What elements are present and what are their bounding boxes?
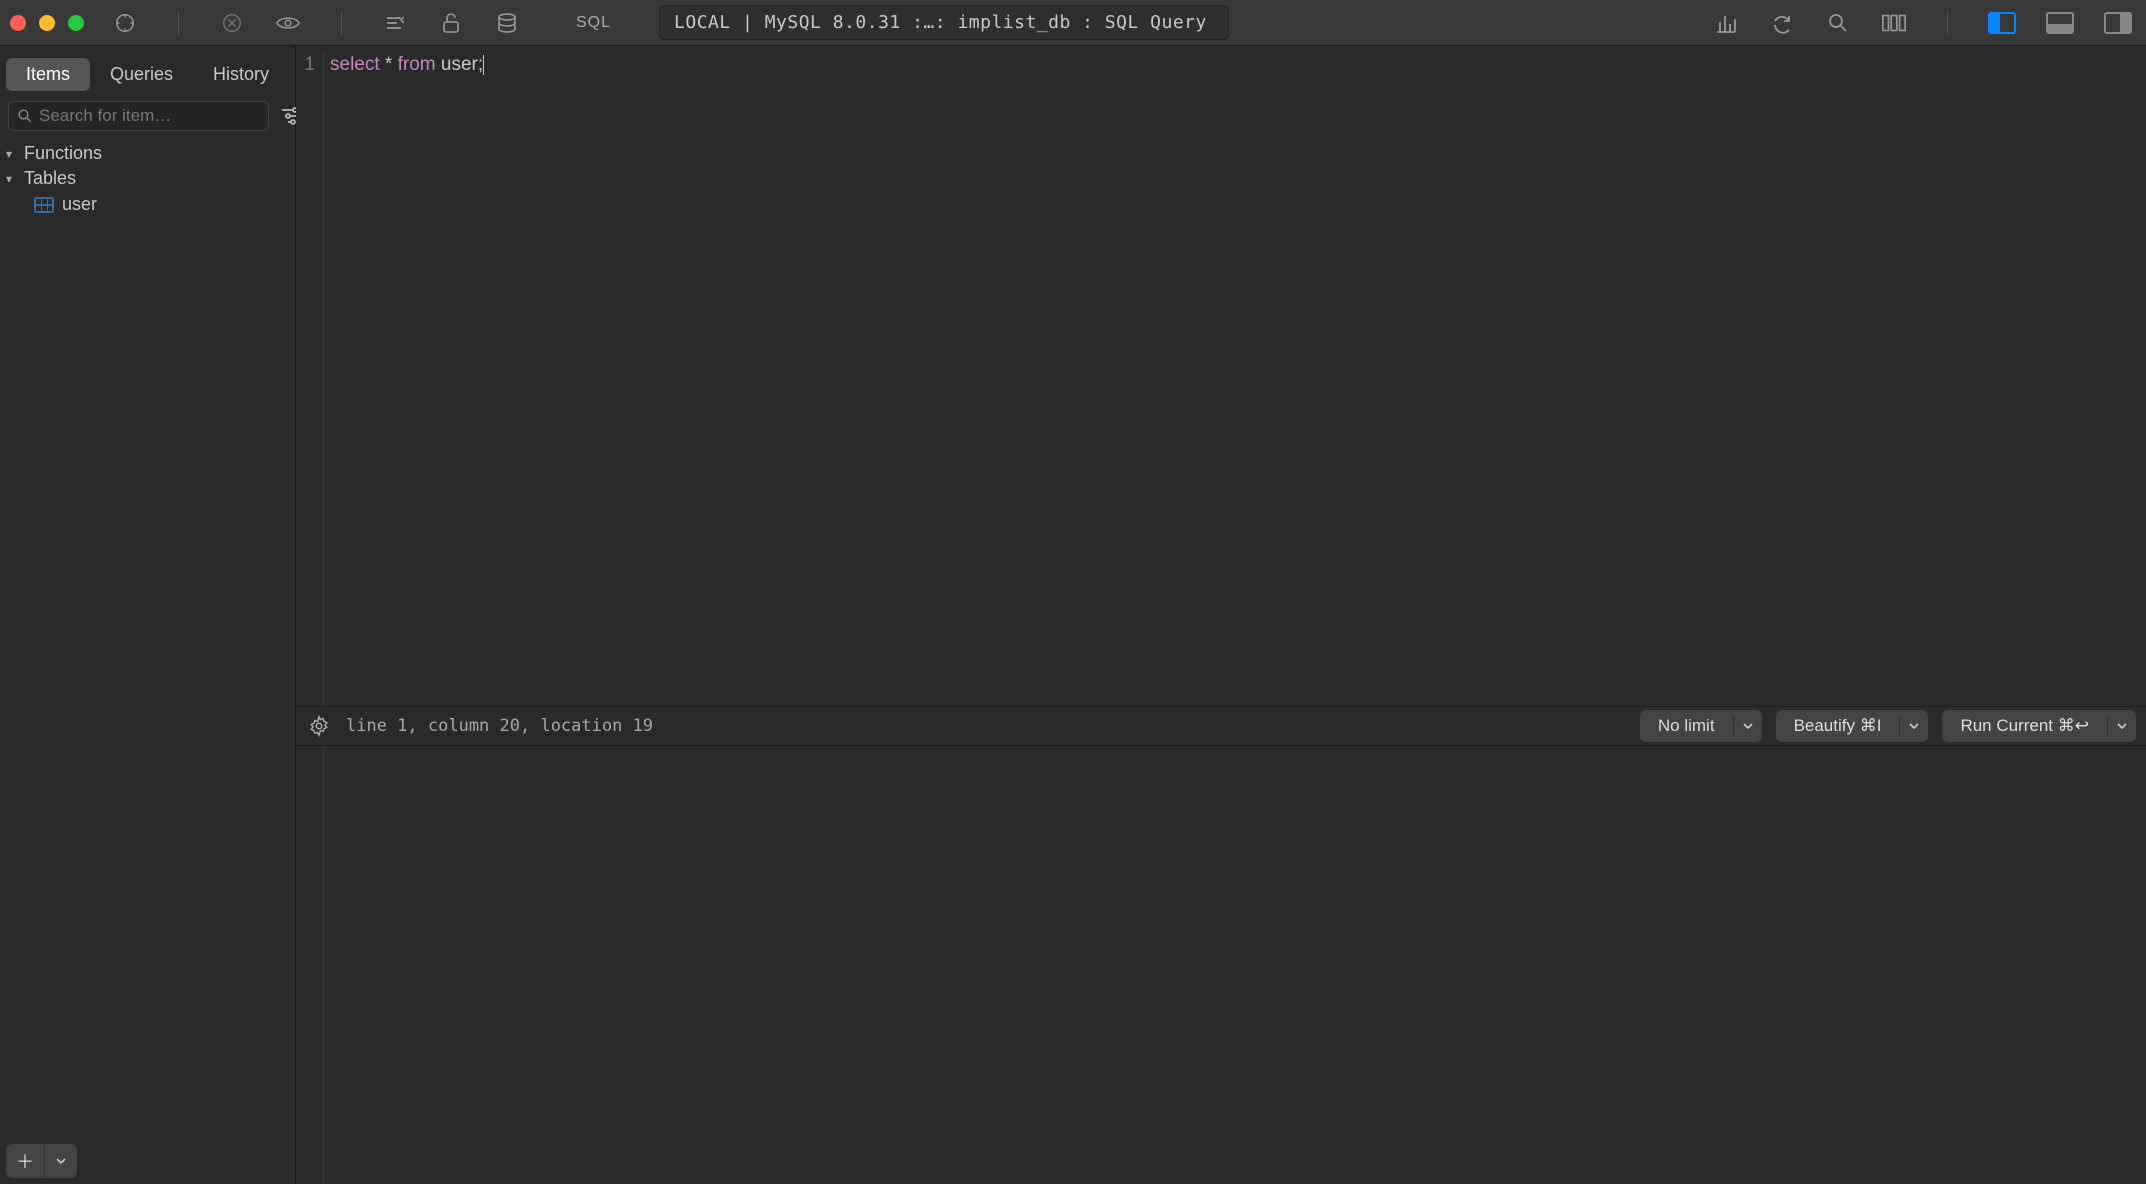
table-icon bbox=[34, 197, 54, 213]
sidebar-tree: ▾ Functions ▾ Tables user bbox=[0, 139, 295, 220]
toolbar-divider bbox=[341, 12, 342, 34]
right-panel-toggle[interactable] bbox=[2104, 12, 2132, 34]
zoom-window-button[interactable] bbox=[68, 15, 84, 31]
toolbar-left: SQL LOCAL | MySQL 8.0.31 :…: implist_db … bbox=[112, 5, 1229, 40]
panels-icon[interactable] bbox=[1881, 10, 1907, 36]
lock-icon[interactable] bbox=[438, 10, 464, 36]
code-text: user; bbox=[436, 54, 484, 75]
code-editor[interactable]: 1 select * from user; bbox=[296, 46, 2146, 1184]
database-icon[interactable] bbox=[494, 10, 520, 36]
traffic-lights bbox=[10, 15, 84, 31]
bottom-panel-toggle[interactable] bbox=[2046, 12, 2074, 34]
code-text: * bbox=[380, 54, 398, 75]
toolbar-divider bbox=[178, 12, 179, 34]
chevron-down-icon bbox=[2116, 722, 2128, 730]
sql-mode-label[interactable]: SQL bbox=[576, 14, 611, 32]
tree-label-tables: Tables bbox=[24, 168, 76, 189]
titlebar: SQL LOCAL | MySQL 8.0.31 :…: implist_db … bbox=[0, 0, 2146, 46]
connection-icon[interactable] bbox=[112, 10, 138, 36]
search-icon bbox=[17, 108, 33, 124]
toolbar-right bbox=[1713, 10, 2136, 36]
keyword: select bbox=[330, 54, 380, 75]
search-input[interactable] bbox=[39, 106, 260, 126]
tree-item-table[interactable]: user bbox=[6, 191, 289, 218]
add-button-group: ＋ bbox=[6, 1144, 77, 1178]
add-dropdown-button[interactable] bbox=[45, 1144, 77, 1178]
search-icon[interactable] bbox=[1825, 10, 1851, 36]
tree-label-functions: Functions bbox=[24, 143, 102, 164]
run-label[interactable]: Run Current ⌘↩ bbox=[1942, 710, 2107, 742]
run-dropdown[interactable] bbox=[2107, 716, 2136, 736]
cursor-position: line 1, column 20, location 19 bbox=[346, 716, 653, 736]
editor-status-bar: line 1, column 20, location 19 No limit … bbox=[296, 706, 2146, 746]
code-line[interactable]: select * from user; bbox=[324, 52, 484, 78]
tab-history[interactable]: History bbox=[193, 58, 289, 91]
chevron-down-icon bbox=[1742, 722, 1754, 730]
breadcrumb[interactable]: LOCAL | MySQL 8.0.31 :…: implist_db : SQ… bbox=[659, 5, 1229, 40]
tree-node-functions[interactable]: ▾ Functions bbox=[6, 141, 289, 166]
tree-item-label: user bbox=[62, 194, 97, 215]
add-button[interactable]: ＋ bbox=[6, 1144, 44, 1178]
sort-icon[interactable] bbox=[382, 10, 408, 36]
chart-icon[interactable] bbox=[1713, 10, 1739, 36]
run-button: Run Current ⌘↩ bbox=[1942, 710, 2136, 742]
beautify-label[interactable]: Beautify ⌘I bbox=[1776, 710, 1900, 742]
chevron-down-icon bbox=[55, 1157, 67, 1165]
minimize-window-button[interactable] bbox=[39, 15, 55, 31]
limit-label[interactable]: No limit bbox=[1640, 710, 1733, 742]
chevron-down-icon: ▾ bbox=[6, 172, 18, 186]
close-window-button[interactable] bbox=[10, 15, 26, 31]
preview-icon[interactable] bbox=[275, 10, 301, 36]
beautify-dropdown[interactable] bbox=[1899, 716, 1928, 736]
left-panel-toggle[interactable] bbox=[1988, 12, 2016, 34]
tab-queries[interactable]: Queries bbox=[90, 58, 193, 91]
sidebar-tabs: Items Queries History bbox=[0, 46, 295, 97]
tree-node-tables[interactable]: ▾ Tables bbox=[6, 166, 289, 191]
tab-items[interactable]: Items bbox=[6, 58, 90, 91]
editor-area: 1 select * from user; line 1, column 20,… bbox=[296, 46, 2146, 1184]
chevron-down-icon bbox=[1908, 722, 1920, 730]
main: Items Queries History ▾ Functions bbox=[0, 46, 2146, 1184]
cancel-icon[interactable] bbox=[219, 10, 245, 36]
sidebar-search-row bbox=[0, 97, 295, 139]
code-content[interactable]: select * from user; bbox=[324, 52, 484, 1184]
gear-icon[interactable] bbox=[306, 713, 332, 739]
line-number: 1 bbox=[296, 52, 315, 78]
chevron-down-icon: ▾ bbox=[6, 147, 18, 161]
gutter: 1 bbox=[296, 52, 324, 1184]
text-cursor bbox=[483, 55, 484, 75]
keyword: from bbox=[398, 54, 436, 75]
beautify-button: Beautify ⌘I bbox=[1776, 710, 1929, 742]
limit-dropdown[interactable] bbox=[1733, 716, 1762, 736]
limit-button: No limit bbox=[1640, 710, 1762, 742]
sidebar-footer: ＋ bbox=[0, 1138, 295, 1184]
refresh-icon[interactable] bbox=[1769, 10, 1795, 36]
toolbar-divider bbox=[1947, 12, 1948, 34]
sidebar-search[interactable] bbox=[8, 101, 269, 131]
sidebar: Items Queries History ▾ Functions bbox=[0, 46, 296, 1184]
